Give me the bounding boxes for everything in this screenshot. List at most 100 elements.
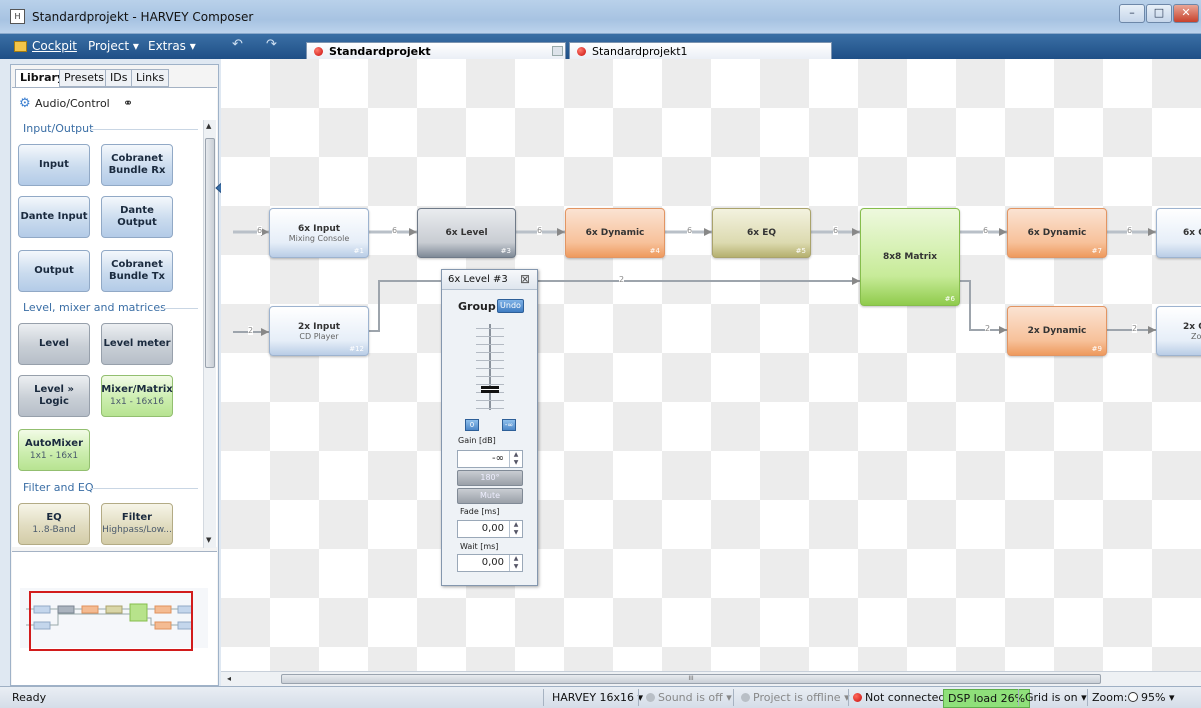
scroll-left-icon[interactable]: ◂ (227, 674, 231, 683)
block-input[interactable]: Input (18, 144, 90, 186)
fader-tick (476, 352, 504, 353)
neg-inf-button[interactable]: -∞ (502, 419, 516, 431)
node-2x-dynamic[interactable]: 2x Dynamic #9 (1007, 306, 1107, 356)
fader-tick (476, 328, 504, 329)
close-window-button[interactable]: ✕ (1173, 4, 1199, 23)
block-dante-input[interactable]: Dante Input (18, 196, 90, 238)
block-output[interactable]: Output (18, 250, 90, 292)
fade-field[interactable]: 0,00 ▲ ▼ (457, 520, 523, 538)
node-6x-dynamic-7[interactable]: 6x Dynamic #7 (1007, 208, 1107, 258)
wire-count-label: 6 (537, 226, 543, 235)
canvas-scroll-thumb[interactable]: III (281, 674, 1101, 684)
cockpit-icon (14, 41, 27, 52)
block-cobranet-bundle-rx[interactable]: Cobranet Bundle Rx (101, 144, 173, 186)
minimize-button[interactable]: – (1119, 4, 1145, 23)
zero-button[interactable]: 0 (465, 419, 479, 431)
connection-status: Not connected (853, 691, 945, 704)
group-label: Group (458, 300, 496, 313)
canvas-scrollbar[interactable]: ◂ III (221, 671, 1201, 686)
block-level-logic[interactable]: Level » Logic (18, 375, 90, 417)
fader-tick (476, 344, 504, 345)
app-icon: H (10, 9, 25, 24)
gain-field[interactable]: -∞ ▲ ▼ (457, 450, 523, 468)
overview-panel (12, 551, 217, 685)
wire-count-label: 2 (248, 326, 254, 335)
minimap-viewport[interactable] (29, 591, 193, 651)
node-6x-level[interactable]: 6x Level #3 (417, 208, 516, 258)
fader-tick (476, 408, 504, 409)
fader-handle[interactable] (481, 386, 499, 393)
scroll-down-icon[interactable]: ▼ (206, 536, 211, 544)
scroll-up-icon[interactable]: ▲ (206, 122, 211, 130)
wire-count-label: 6 (1127, 226, 1133, 235)
block-level-meter[interactable]: Level meter (101, 323, 173, 365)
node-6x-dynamic-4[interactable]: 6x Dynamic #4 (565, 208, 665, 258)
section-divider (90, 488, 198, 489)
status-divider (733, 689, 734, 706)
wire-count-label: 6 (392, 226, 398, 235)
signal-flow-canvas[interactable]: 6 6 6 6 6 6 6 2 2 2 2 6x Input Mixing Con… (221, 59, 1201, 671)
wire-count-label: 6 (833, 226, 839, 235)
window-title: Standardprojekt - HARVEY Composer (32, 10, 254, 24)
menu-extras[interactable]: Extras ▾ (148, 39, 196, 53)
gain-fader[interactable] (462, 322, 518, 414)
status-bar: Ready HARVEY 16x16 ▾ Sound is off ▾ Proj… (0, 686, 1201, 708)
phase-180-button[interactable]: 180° (457, 470, 523, 486)
popup-close-icon[interactable]: ⊠ (520, 272, 530, 286)
node-2x-output[interactable]: 2x OZo (1156, 306, 1201, 356)
undo-button[interactable]: Undo (497, 299, 524, 313)
zoom-control[interactable]: 95% ▾ (1128, 691, 1174, 704)
fader-tick (476, 384, 504, 385)
block-cobranet-bundle-tx[interactable]: Cobranet Bundle Tx (101, 250, 173, 292)
popup-title: 6x Level #3 (448, 274, 508, 285)
grid-toggle[interactable]: Grid is on ▾ (1025, 691, 1087, 704)
block-filter[interactable]: Filter Highpass/Low... (101, 503, 173, 545)
popup-titlebar[interactable]: 6x Level #3 ⊠ (442, 270, 537, 290)
wire-count-label: 2 (985, 324, 991, 333)
offline-dot-icon (314, 47, 323, 56)
gain-label: Gain [dB] (458, 436, 496, 445)
block-eq[interactable]: EQ 1..8-Band (18, 503, 90, 545)
node-6x-output[interactable]: 6x O (1156, 208, 1201, 258)
menu-project[interactable]: Project ▾ (88, 39, 139, 53)
undo-icon[interactable]: ↶ (232, 37, 243, 52)
block-automixer[interactable]: AutoMixer 1x1 - 16x1 (18, 429, 90, 471)
tab-standardprojekt[interactable]: Standardprojekt (306, 42, 566, 60)
wait-spinner[interactable]: ▲ ▼ (509, 555, 522, 571)
node-6x-eq[interactable]: 6x EQ #5 (712, 208, 811, 258)
category-label[interactable]: Audio/Control (35, 97, 110, 110)
not-connected-icon (853, 693, 862, 702)
sound-status[interactable]: Sound is off ▾ (646, 691, 732, 704)
tab-links[interactable]: Links (131, 69, 170, 87)
block-level[interactable]: Level (18, 323, 90, 365)
status-divider (638, 689, 639, 706)
fade-spinner[interactable]: ▲ ▼ (509, 521, 522, 537)
block-mixer-matrix[interactable]: Mixer/Matrix 1x1 - 16x16 (101, 375, 173, 417)
menu-cockpit[interactable]: Cockpit (32, 39, 77, 53)
wait-field[interactable]: 0,00 ▲ ▼ (457, 554, 523, 572)
mute-button[interactable]: Mute (457, 488, 523, 504)
node-2x-input[interactable]: 2x Input CD Player #12 (269, 306, 369, 356)
zoom-in-icon[interactable] (1128, 692, 1138, 702)
device-select[interactable]: HARVEY 16x16 ▾ (552, 691, 643, 704)
node-6x-input[interactable]: 6x Input Mixing Console #1 (269, 208, 369, 258)
link-icon[interactable]: ⚭ (123, 96, 133, 110)
wire-count-label: 6 (687, 226, 693, 235)
tab-ids[interactable]: IDs (105, 69, 133, 87)
project-status[interactable]: Project is offline ▾ (741, 691, 850, 704)
gain-spinner[interactable]: ▲ ▼ (509, 451, 522, 467)
wire-count-label: 6 (257, 226, 263, 235)
maximize-button[interactable]: □ (1146, 4, 1172, 23)
status-divider (1018, 689, 1019, 706)
block-dante-output[interactable]: Dante Output (101, 196, 173, 238)
fader-tick (476, 336, 504, 337)
tab-presets[interactable]: Presets (59, 69, 110, 87)
tab-standardprojekt1[interactable]: Standardprojekt1 (569, 42, 832, 60)
status-divider (848, 689, 849, 706)
library-panel: Library Presets IDs Links ⚙ Audio/Contro… (10, 64, 219, 686)
node-8x8-matrix[interactable]: 8x8 Matrix #6 (860, 208, 960, 306)
status-divider (1087, 689, 1088, 706)
fader-tick (476, 400, 504, 401)
redo-icon[interactable]: ↷ (266, 37, 277, 52)
tab-close-icon[interactable] (552, 46, 563, 56)
